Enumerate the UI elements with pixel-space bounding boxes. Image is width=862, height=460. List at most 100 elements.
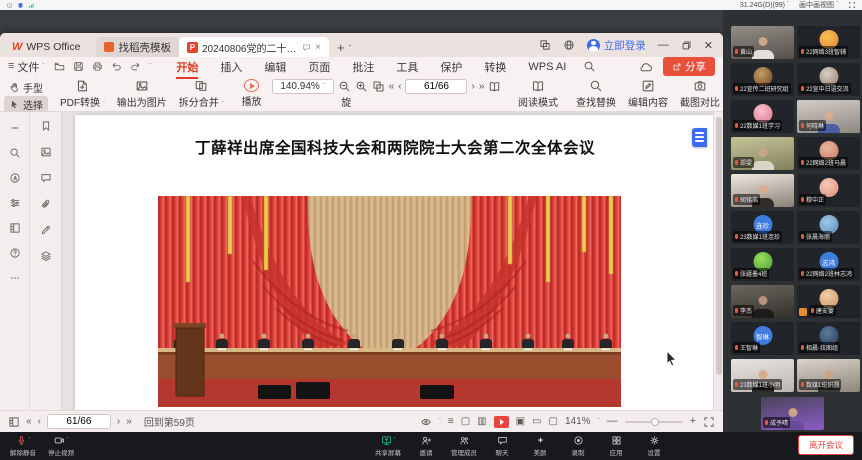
participant-tile[interactable]: 22网络2班马晨 <box>797 137 860 170</box>
split-merge-button[interactable]: 拆分合并 ˇ <box>173 78 230 109</box>
beauty-button[interactable]: 美颜 <box>527 435 553 457</box>
participant-tile[interactable]: 张疆墨4班 <box>731 248 794 281</box>
menu-item-7[interactable]: 保护 <box>429 58 473 76</box>
slideshow-play-button[interactable] <box>494 416 509 428</box>
restore-button[interactable] <box>681 40 692 51</box>
menu-item-8[interactable]: 转换 <box>473 58 517 76</box>
menu-item-1[interactable]: 开始 <box>165 58 209 76</box>
actual-size-icon[interactable]: ▣ <box>516 417 525 427</box>
next-page-button[interactable]: › <box>471 81 474 92</box>
zoom-in-icon[interactable] <box>355 80 368 93</box>
zoom-out-button[interactable]: — <box>607 416 618 427</box>
participant-tile[interactable]: 李杰 <box>731 285 794 318</box>
rail-sliders-icon[interactable] <box>9 197 21 209</box>
participant-tile[interactable]: 连珍23数媒1班连珍 <box>731 211 794 244</box>
wps-home-tab[interactable]: W WPS Office <box>4 37 88 57</box>
single-page-icon[interactable]: ▢ <box>461 417 470 427</box>
apps-button[interactable]: 应用 <box>603 435 629 457</box>
page-number-box[interactable] <box>405 79 467 94</box>
zoom-select[interactable]: 140.94%ˇ <box>272 79 334 94</box>
participant-tile[interactable]: 张晨海丽 <box>797 211 860 244</box>
tab-close-icon[interactable]: × <box>315 42 321 53</box>
find-replace-button[interactable]: 查找替换 <box>570 78 622 109</box>
play-button[interactable]: 播放 <box>236 78 268 109</box>
undo-icon[interactable] <box>111 61 122 72</box>
participant-tile[interactable]: 胡铭浩 <box>731 174 794 207</box>
edit-content-button[interactable]: 编辑内容 <box>622 78 674 109</box>
file-menu[interactable]: ≡ 文件 ˇ <box>8 59 44 75</box>
export-image-button[interactable]: 输出为图片 <box>111 78 173 109</box>
hand-tool-button[interactable]: 手型 <box>4 79 48 96</box>
panel-image-icon[interactable] <box>40 146 52 158</box>
page-number-input[interactable] <box>52 415 106 428</box>
select-tool-button[interactable]: 选择 <box>4 96 48 113</box>
network-status[interactable]: 31.24G(D)(99)ˇ <box>740 2 789 9</box>
menu-item-2[interactable]: 插入 <box>209 58 253 76</box>
tab-docer-template[interactable]: 找稻壳模板 <box>96 37 179 57</box>
first-page-button[interactable]: « <box>389 81 395 92</box>
menu-item-6[interactable]: 工具 <box>385 58 429 76</box>
unmute-button[interactable]: ˆ 解除静音 <box>10 435 36 457</box>
fit-window-icon[interactable] <box>372 80 385 93</box>
participant-tile[interactable]: 穆中正 <box>797 174 860 207</box>
fullscreen-icon[interactable] <box>703 416 715 428</box>
screenshot-compare-button[interactable]: 截图对比 <box>674 78 726 109</box>
panel-clip-icon[interactable] <box>40 198 52 210</box>
participant-tile[interactable]: 智琳王智琳 <box>731 322 794 355</box>
view-mode-switch[interactable]: 画中画视图ˇ <box>799 0 838 10</box>
fullscreen-icon[interactable] <box>848 1 856 9</box>
page-number-box[interactable] <box>47 414 111 429</box>
rail-magnifier-icon[interactable] <box>9 147 21 159</box>
tab-list-caret[interactable]: ˇ <box>349 44 352 53</box>
members-button[interactable]: 管理成员 <box>451 435 477 457</box>
menu-item-4[interactable]: 页面 <box>297 58 341 76</box>
pdf-page[interactable]: 丁薛祥出席全国科技大会和两院院士大会第二次全体会议 <box>75 115 715 410</box>
page-number-input[interactable] <box>410 80 462 93</box>
globe-icon[interactable] <box>563 39 575 51</box>
menu-search-icon[interactable] <box>583 60 596 73</box>
close-button[interactable]: ✕ <box>704 39 713 52</box>
rail-translate-icon[interactable] <box>9 172 21 184</box>
share-button[interactable]: 分享 <box>663 57 715 76</box>
panel-chat-icon[interactable] <box>40 172 52 184</box>
menu-item-9[interactable]: WPS AI <box>517 60 577 74</box>
print-icon[interactable] <box>92 61 103 72</box>
panel-pen-icon[interactable] <box>40 224 52 236</box>
info-icon[interactable] <box>6 2 13 9</box>
thumbnail-panel-icon[interactable] <box>8 416 20 428</box>
wps-ai-fab[interactable] <box>692 128 707 147</box>
prev-page-button[interactable]: ‹ <box>398 81 401 92</box>
participant-tile[interactable]: 22数媒1班学习 <box>731 100 794 133</box>
participant-tile[interactable]: 志鸿22网络2班林志鸿 <box>797 248 860 281</box>
leave-meeting-button[interactable]: 离开会议 <box>798 435 854 455</box>
zoom-in-button[interactable]: + <box>690 416 696 427</box>
stop-video-button[interactable]: ˆ 停止视频 <box>48 435 74 457</box>
participant-tile[interactable]: 数媒1班妍圆 <box>797 359 860 392</box>
new-tab-button[interactable]: + <box>337 40 345 55</box>
record-button[interactable]: 录制 <box>565 435 591 457</box>
participant-tile[interactable]: 22宣传二班研究组 <box>731 63 794 96</box>
prev-page-button[interactable]: ‹ <box>38 416 41 427</box>
fit-width-icon[interactable]: ▭ <box>532 417 541 427</box>
first-page-button[interactable]: « <box>26 416 32 427</box>
read-mode-button[interactable]: 阅读模式 <box>512 78 564 109</box>
minimize-button[interactable]: — <box>658 39 669 51</box>
menu-item-3[interactable]: 编辑 <box>253 58 297 76</box>
last-page-button[interactable]: » <box>126 416 132 427</box>
invite-button[interactable]: 邀请 <box>413 435 439 457</box>
participant-tile[interactable]: 23数媒1班小明 <box>731 359 794 392</box>
scrollbar-thumb[interactable] <box>716 117 722 375</box>
gear-button[interactable]: 设置 <box>641 435 667 457</box>
menu-item-5[interactable]: 批注 <box>341 58 385 76</box>
fit-page-icon[interactable]: ▢ <box>549 417 558 427</box>
login-button[interactable]: 立即登录 <box>587 38 646 53</box>
open-icon[interactable] <box>54 61 65 72</box>
rail-dots-icon[interactable] <box>9 272 21 284</box>
participant-tile[interactable]: 22宣中日语交流 <box>797 63 860 96</box>
read-mode-icon[interactable] <box>488 80 501 93</box>
vertical-scrollbar[interactable] <box>713 112 723 410</box>
next-page-button[interactable]: › <box>117 416 120 427</box>
view-options-icon[interactable] <box>420 416 432 428</box>
tab-comment-icon[interactable] <box>302 43 311 52</box>
rail-collapse-icon[interactable] <box>9 122 21 134</box>
